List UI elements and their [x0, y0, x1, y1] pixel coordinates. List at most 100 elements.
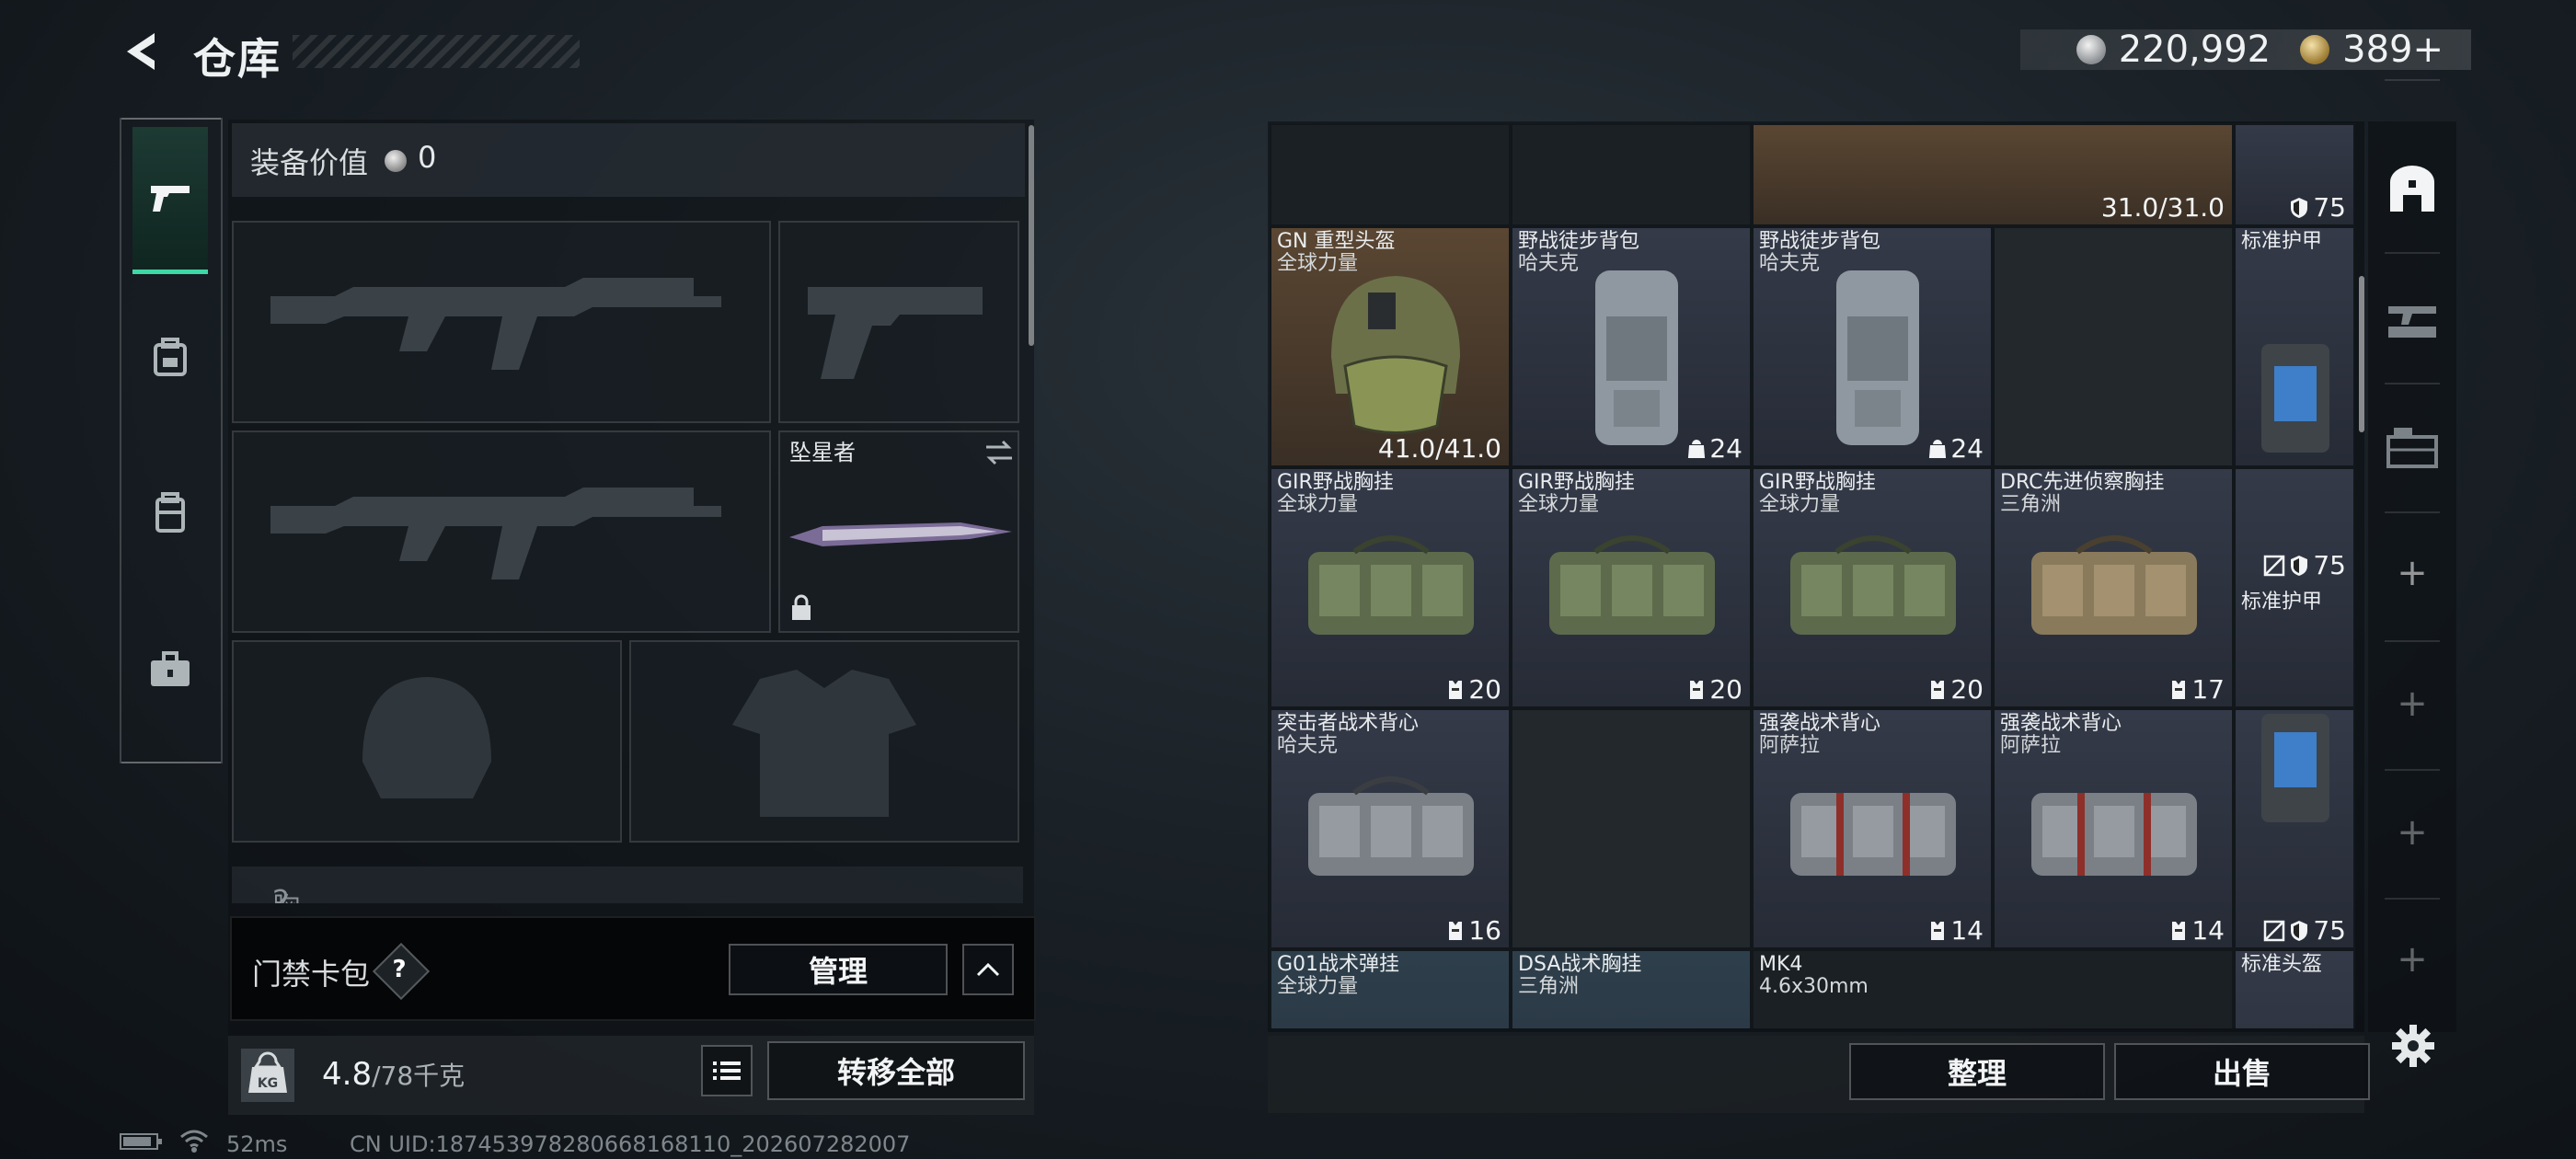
inventory-cell[interactable] [1511, 708, 1752, 949]
equip-value-label: 装备价值 [250, 145, 369, 180]
inventory-item[interactable]: GIR野战胸挂 全球力量 20 [1752, 467, 1993, 708]
secondary-weapon-slot[interactable] [778, 221, 1019, 423]
storage-tab-main[interactable] [2375, 143, 2449, 235]
inventory-item[interactable]: 标准头盔 [2234, 949, 2355, 1028]
category-nav [120, 118, 223, 763]
add-storage-tab-button[interactable]: + [2390, 552, 2434, 594]
item-name: 野战徒步背包 [1518, 230, 1640, 253]
inventory-item[interactable]: 野战徒步背包 哈夫克 24 [1511, 226, 1752, 467]
swap-icon[interactable] [984, 440, 1014, 465]
nav-item-vests[interactable] [132, 440, 208, 587]
add-storage-tab-button[interactable]: + [2390, 938, 2434, 981]
armor-slot[interactable] [629, 640, 1019, 843]
page-title: 仓库 [193, 34, 282, 84]
inventory-item[interactable]: 强袭战术背心 阿萨拉 14 [1993, 708, 2234, 949]
expand-button[interactable] [962, 944, 1014, 995]
inventory-cell[interactable] [1993, 226, 2234, 467]
item-faction: 阿萨拉 [2000, 734, 2062, 757]
weight-max: /78千克 [372, 1061, 466, 1091]
item-capacity: 20 [1687, 674, 1742, 705]
weight-current: 4.8 [322, 1056, 373, 1093]
item-name: GN 重型头盔 [1277, 230, 1396, 253]
item-faction: 三角洲 [1518, 975, 1580, 998]
shield-icon [2291, 920, 2308, 941]
inventory-cell[interactable] [1511, 123, 1752, 226]
gold-coin-icon[interactable] [2300, 35, 2330, 64]
rail-divider [2385, 252, 2440, 254]
inventory-scrollbar[interactable] [2359, 276, 2364, 432]
list-view-button[interactable] [701, 1045, 753, 1096]
storage-tab-equipment[interactable] [2375, 401, 2449, 493]
add-storage-tab-button[interactable]: + [2390, 811, 2434, 854]
settings-button[interactable] [2390, 1023, 2436, 1073]
item-protection: 75 [2263, 550, 2346, 580]
inventory-item[interactable]: MK4 4.6x30mm [1752, 949, 2234, 1028]
kg-text: KG [258, 1076, 278, 1091]
inventory-item[interactable]: DSA战术胸挂 三角洲 [1511, 949, 1752, 1028]
bag-capacity-icon [1929, 439, 1947, 458]
chevron-up-icon [976, 962, 1000, 977]
inventory-item[interactable]: 31.0/31.0 [1752, 123, 2234, 226]
loadout-scrollbar[interactable] [1029, 125, 1034, 346]
inventory-item[interactable]: GIR野战胸挂 全球力量 20 [1270, 467, 1511, 708]
item-name: 标准头盔 [2241, 953, 2323, 976]
chest-rig-section[interactable]: 胸挂 2 [232, 866, 1023, 903]
chest-rig-icon [2031, 535, 2197, 635]
transfer-all-button[interactable]: 转移全部 [767, 1041, 1025, 1100]
inventory-item[interactable]: 标准护甲 [2234, 226, 2355, 467]
item-caliber: 4.6x30mm [1759, 975, 1869, 998]
help-icon[interactable]: ? [381, 951, 418, 988]
rail-divider [2385, 769, 2440, 771]
inventory-item[interactable]: 75 标准护甲 [2234, 467, 2355, 708]
item-capacity: 14 [2169, 915, 2225, 946]
keycard-label: 门禁卡包 [252, 957, 371, 992]
storage-tab-weapons[interactable] [2375, 272, 2449, 364]
backpack-icon [154, 338, 187, 376]
currency-bar: 220,992 389+ [2020, 29, 2471, 71]
bag-capacity-icon [1688, 439, 1706, 458]
item-durability: 31.0/31.0 [2100, 192, 2225, 223]
item-name: MK4 [1759, 953, 1803, 976]
inventory-item[interactable]: 强袭战术背心 阿萨拉 14 [1752, 708, 1993, 949]
nav-item-bags[interactable] [132, 283, 208, 430]
chest-rig-icon [1790, 535, 1956, 635]
inventory-item[interactable]: 突击者战术背心 哈夫克 16 [1270, 708, 1511, 949]
armor-icon [2261, 344, 2329, 453]
silver-balance: 220,992 [2118, 29, 2271, 71]
inventory-item[interactable]: G01战术弹挂 全球力量 [1270, 949, 1511, 1028]
item-protection: 75 [2263, 915, 2346, 946]
gold-balance[interactable]: 389+ [2342, 29, 2444, 71]
helmet-slot[interactable] [232, 640, 622, 843]
nav-item-weapons[interactable] [132, 127, 208, 274]
item-capacity: 24 [1687, 433, 1742, 464]
item-name: DRC先进侦察胸挂 [2000, 471, 2165, 494]
armor-icon [2261, 714, 2329, 822]
tactical-vest-icon [1790, 793, 1956, 876]
broken-icon [2264, 555, 2285, 576]
inventory-item[interactable]: 75 [2234, 123, 2355, 226]
add-storage-tab-button[interactable]: + [2390, 683, 2434, 725]
item-capacity: 24 [1928, 433, 1984, 464]
silver-coin-icon [2076, 35, 2106, 64]
inventory-cell[interactable] [1270, 123, 1511, 226]
sell-button[interactable]: 出售 [2114, 1043, 2370, 1100]
toolbox-icon [151, 651, 190, 686]
vest-icon [155, 492, 185, 533]
inventory-item[interactable]: GIR野战胸挂 全球力量 20 [1511, 467, 1752, 708]
rail-divider [2385, 79, 2440, 81]
inventory-item[interactable]: 野战徒步背包 哈夫克 24 [1752, 226, 1993, 467]
melee-slot[interactable]: 坠星者 [778, 430, 1019, 633]
ping-readout: 52ms [226, 1131, 288, 1157]
wifi-icon [178, 1128, 210, 1159]
sort-button[interactable]: 整理 [1849, 1043, 2105, 1100]
primary-weapon-slot-2[interactable] [232, 430, 771, 633]
vest-capacity-icon [1931, 680, 1945, 699]
inventory-item[interactable]: 75 [2234, 708, 2355, 949]
manage-button[interactable]: 管理 [729, 944, 948, 995]
nav-item-tools[interactable] [132, 596, 208, 743]
inventory-item[interactable]: GN 重型头盔 全球力量 41.0/41.0 [1270, 226, 1511, 467]
primary-weapon-slot[interactable] [232, 221, 771, 423]
inventory-item[interactable]: DRC先进侦察胸挂 三角洲 17 [1993, 467, 2234, 708]
vest-capacity-icon [2172, 921, 2186, 940]
back-button[interactable] [118, 28, 164, 75]
